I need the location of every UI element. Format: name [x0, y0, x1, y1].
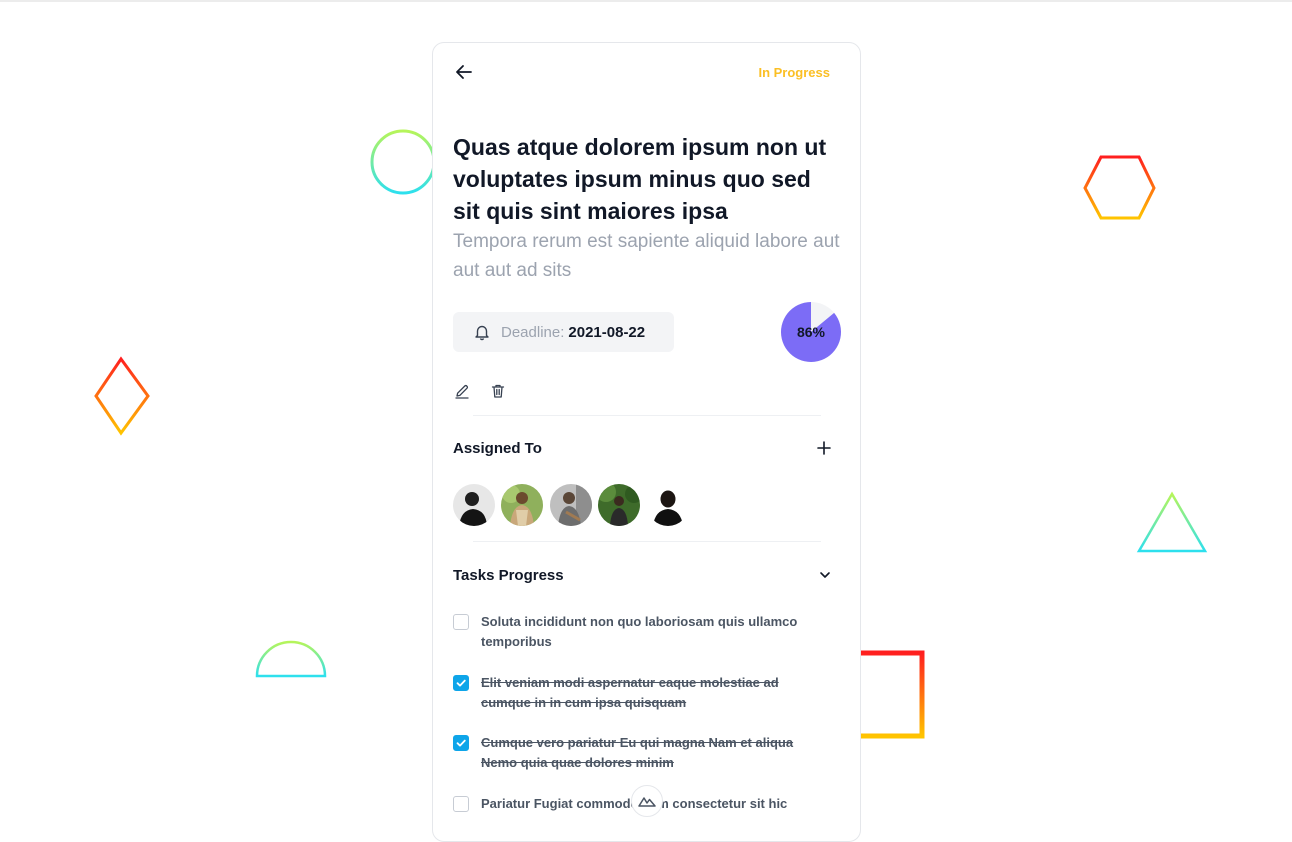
deadline-chip: Deadline: 2021-08-22: [453, 312, 674, 352]
hexagon-outline-decoration: [1083, 155, 1156, 220]
divider: [473, 541, 821, 542]
task-checkbox[interactable]: [453, 796, 469, 812]
avatar[interactable]: [453, 484, 495, 526]
app-logo-button[interactable]: [631, 785, 663, 817]
progress-percentage: 86%: [796, 324, 826, 340]
task-checkbox[interactable]: [453, 675, 469, 691]
avatar-image: [647, 484, 689, 526]
task-checkbox[interactable]: [453, 735, 469, 751]
avatar-image: [501, 484, 543, 526]
delete-button[interactable]: [490, 383, 506, 399]
task-checkbox[interactable]: [453, 614, 469, 630]
semicircle-outline-decoration: [255, 640, 327, 678]
trash-icon: [491, 384, 505, 398]
task-text: Cumque vero pariatur Eu qui magna Nam et…: [481, 735, 794, 770]
tasks-toggle-button[interactable]: [818, 568, 832, 582]
bell-icon: [475, 325, 489, 341]
deadline-value: 2021-08-22: [568, 323, 646, 341]
avatar-image: [550, 484, 592, 526]
square-outline-decoration: [852, 650, 925, 739]
avatar[interactable]: [550, 484, 592, 526]
deadline-label: Deadline:: [501, 323, 565, 341]
status-badge: In Progress: [758, 65, 830, 80]
divider: [473, 415, 821, 416]
add-assignee-button[interactable]: [816, 440, 832, 456]
avatar[interactable]: [598, 484, 640, 526]
project-description: Tempora rerum est sapiente aliquid labor…: [453, 231, 840, 281]
check-icon: [456, 739, 466, 747]
chevron-down-icon: [820, 572, 830, 578]
check-icon: [456, 679, 466, 687]
circle-outline-decoration: [370, 129, 436, 195]
avatar-image: [598, 484, 640, 526]
mountain-logo-icon: [638, 797, 656, 807]
tasks-progress-heading: Tasks Progress: [453, 567, 564, 584]
triangle-outline-decoration: [1136, 491, 1208, 553]
avatar[interactable]: [501, 484, 543, 526]
back-button[interactable]: [453, 61, 475, 83]
edit-button[interactable]: [454, 383, 470, 399]
project-title: Quas atque dolorem ipsum non ut voluptat…: [453, 134, 827, 224]
top-border: [0, 0, 1292, 2]
plus-icon: [817, 441, 831, 455]
task-text: Elit veniam modi aspernatur eaque molest…: [481, 675, 779, 710]
project-detail-card: In Progress Quas atque dolorem ipsum non…: [432, 42, 861, 842]
diamond-outline-decoration: [94, 356, 150, 436]
arrow-left-icon: [456, 65, 472, 79]
pencil-icon: [455, 384, 469, 399]
assigned-to-heading: Assigned To: [453, 440, 542, 457]
avatar[interactable]: [647, 484, 689, 526]
avatar-image: [453, 484, 495, 526]
task-text: Soluta incididunt non quo laboriosam qui…: [481, 614, 798, 649]
